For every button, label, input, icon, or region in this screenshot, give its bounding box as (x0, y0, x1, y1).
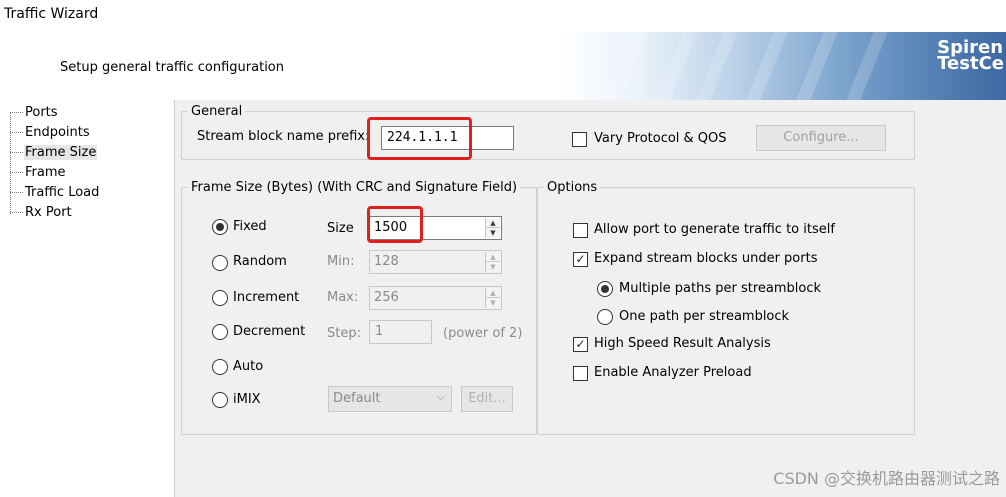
label-decrement: Decrement (233, 324, 306, 339)
spin-up-icon[interactable]: ▲ (486, 252, 500, 262)
highlight-size-box (367, 206, 423, 243)
options-legend: Options (547, 180, 598, 195)
spin-down-icon[interactable]: ▼ (486, 262, 500, 272)
label-fixed: Fixed (233, 219, 267, 234)
frame-size-legend: Frame Size (Bytes) (With CRC and Signatu… (191, 180, 518, 195)
one-path-label: One path per streamblock (619, 309, 790, 324)
label-auto: Auto (233, 359, 264, 374)
label-increment: Increment (233, 290, 300, 305)
label-imix: iMIX (233, 392, 261, 407)
highlight-prefix-box (367, 117, 472, 160)
step-input[interactable]: 1 (369, 320, 432, 344)
tree-item-frame[interactable]: Frame (10, 163, 67, 181)
tree-item-endpoints[interactable]: Endpoints (10, 123, 91, 141)
step-hint: (power of 2) (443, 326, 523, 341)
brand-banner: Spiren TestCe (560, 32, 1006, 100)
radio-increment[interactable] (212, 290, 228, 306)
radio-fixed[interactable] (212, 219, 228, 235)
max-spinner[interactable]: 256 ▲ ▼ (369, 286, 502, 310)
imix-value: Default (333, 391, 381, 406)
preload-label: Enable Analyzer Preload (594, 365, 752, 380)
step-label: Step: (327, 326, 361, 341)
tree-item-ports[interactable]: Ports (10, 103, 59, 121)
options-group: Options (537, 180, 915, 435)
high-speed-checkbox[interactable]: ✓ (573, 337, 588, 352)
watermark-text: CSDN @交换机路由器测试之路 (773, 469, 1000, 488)
spin-down-icon[interactable]: ▼ (486, 228, 500, 238)
spin-up-icon[interactable]: ▲ (486, 218, 500, 228)
radio-decrement[interactable] (212, 324, 228, 340)
brand-logo: Spiren TestCe (937, 37, 1004, 74)
label-random: Random (233, 254, 287, 269)
vary-protocol-checkbox[interactable] (572, 132, 587, 147)
multiple-paths-label: Multiple paths per streamblock (619, 281, 822, 296)
preload-checkbox[interactable] (573, 366, 588, 381)
allow-self-checkbox[interactable] (573, 223, 588, 238)
min-spinner[interactable]: 128 ▲ ▼ (369, 250, 502, 274)
allow-self-label: Allow port to generate traffic to itself (594, 222, 835, 237)
spin-down-icon[interactable]: ▼ (486, 298, 500, 308)
frame-size-panel: General Stream block name prefix: 224.1.… (175, 100, 1006, 497)
size-label: Size (327, 221, 354, 236)
expand-label: Expand stream blocks under ports (594, 251, 818, 266)
tree-item-rx-port[interactable]: Rx Port (10, 203, 73, 221)
general-legend: General (191, 104, 243, 119)
radio-imix[interactable] (212, 392, 228, 408)
radio-multiple-paths[interactable] (597, 281, 613, 297)
window-title: Traffic Wizard (4, 6, 99, 22)
spin-up-icon[interactable]: ▲ (486, 288, 500, 298)
expand-checkbox[interactable]: ✓ (573, 252, 588, 267)
prefix-label: Stream block name prefix: (197, 129, 370, 144)
max-value: 256 (374, 290, 399, 305)
max-label: Max: (327, 290, 359, 305)
imix-select[interactable]: Default ⌵ (328, 386, 452, 412)
radio-one-path[interactable] (597, 309, 613, 325)
chevron-down-icon: ⌵ (436, 390, 445, 403)
tree-item-frame-size[interactable]: Frame Size (10, 143, 98, 161)
high-speed-label: High Speed Result Analysis (594, 336, 771, 351)
min-label: Min: (327, 254, 355, 269)
radio-auto[interactable] (212, 359, 228, 375)
page-subtitle: Setup general traffic configuration (60, 60, 285, 75)
vary-protocol-label: Vary Protocol & QOS (594, 131, 727, 146)
configure-button[interactable]: Configure... (756, 125, 886, 151)
radio-random[interactable] (212, 255, 228, 271)
edit-button[interactable]: Edit... (461, 386, 513, 412)
min-value: 128 (374, 254, 399, 269)
tree-item-traffic-load[interactable]: Traffic Load (10, 183, 100, 201)
